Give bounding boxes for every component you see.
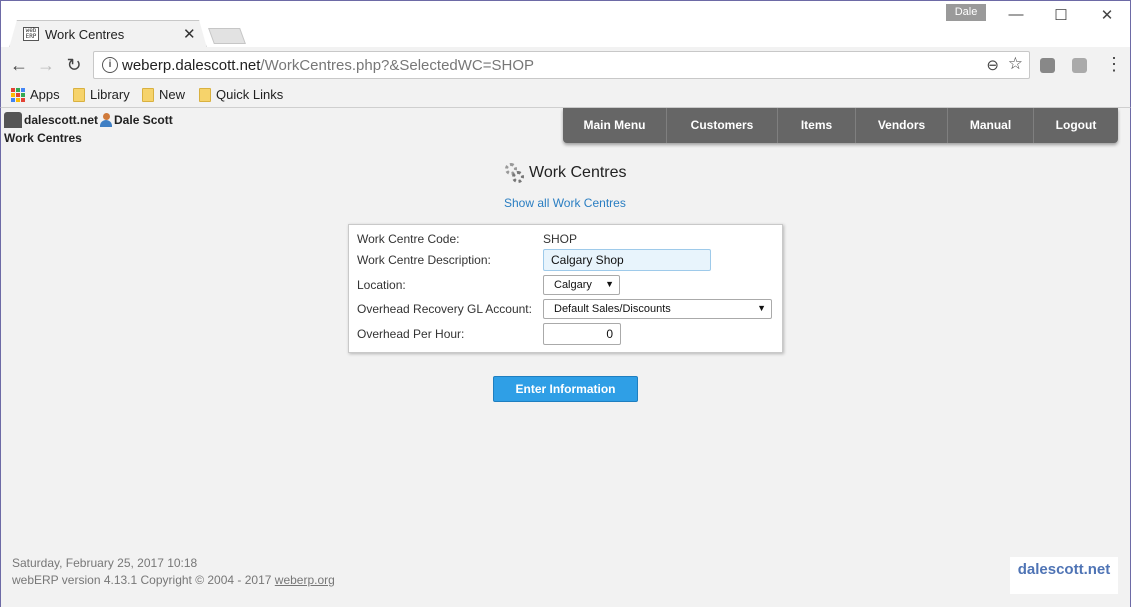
more-menu-icon[interactable]: ⋮ xyxy=(1105,55,1123,73)
dropdown-arrow-icon: ▼ xyxy=(757,303,766,313)
company-icon xyxy=(4,112,22,128)
bookmark-label: Quick Links xyxy=(216,87,284,102)
user-icon xyxy=(100,113,113,127)
bookmark-library[interactable]: Library xyxy=(73,87,130,102)
apps-grid-icon xyxy=(11,87,25,102)
browser-tab-bar: web ERP Work Centres ✕ Dale — ☐ ✕ xyxy=(0,0,1131,48)
address-bar[interactable]: i weberp.dalescott.net/WorkCentres.php?&… xyxy=(93,51,1030,79)
location-selected: Calgary xyxy=(554,279,592,291)
overhead-field[interactable]: 0 xyxy=(543,323,621,345)
gl-account-label: Overhead Recovery GL Account: xyxy=(357,302,532,316)
user-info: dalescott.net Dale Scott xyxy=(4,112,173,128)
extension-icon[interactable] xyxy=(1040,58,1055,73)
menu-manual[interactable]: Manual xyxy=(948,108,1034,143)
menu-items[interactable]: Items xyxy=(778,108,856,143)
extension-icon-2[interactable] xyxy=(1072,58,1087,73)
weberp-link[interactable]: weberp.org xyxy=(275,573,335,587)
zoom-out-icon[interactable]: ⊖ xyxy=(986,56,999,74)
page-title-text: Work Centres xyxy=(529,164,627,181)
url-text[interactable]: weberp.dalescott.net/WorkCentres.php?&Se… xyxy=(122,57,534,74)
gl-account-selected: Default Sales/Discounts xyxy=(554,303,671,315)
company-name[interactable]: dalescott.net xyxy=(24,113,98,127)
page-content: dalescott.net Dale Scott Work Centres Ma… xyxy=(0,108,1131,607)
enter-information-button[interactable]: Enter Information xyxy=(493,376,638,402)
bookmark-label: Apps xyxy=(30,87,60,102)
gl-account-select[interactable]: Default Sales/Discounts ▼ xyxy=(543,299,772,319)
browser-toolbar: ← → ↻ i weberp.dalescott.net/WorkCentres… xyxy=(0,47,1131,84)
tab-title[interactable]: Work Centres xyxy=(45,27,124,42)
folder-icon xyxy=(142,87,154,102)
bookmark-quick-links[interactable]: Quick Links xyxy=(199,87,283,102)
code-value: SHOP xyxy=(543,232,578,246)
page-breadcrumb: Work Centres xyxy=(4,131,82,145)
bookmark-label: New xyxy=(159,87,186,102)
work-centre-form: Work Centre Code: SHOP Work Centre Descr… xyxy=(348,224,783,353)
menu-main-menu[interactable]: Main Menu xyxy=(563,108,667,143)
menu-vendors[interactable]: Vendors xyxy=(856,108,948,143)
dropdown-arrow-icon: ▼ xyxy=(605,279,614,289)
close-window-icon[interactable]: ✕ xyxy=(1097,6,1117,24)
url-host: weberp.dalescott.net xyxy=(122,57,261,74)
show-all-link[interactable]: Show all Work Centres xyxy=(504,196,626,210)
location-label: Location: xyxy=(357,278,406,292)
gear-icon xyxy=(505,163,524,183)
folder-icon xyxy=(199,87,211,102)
tab-close-icon[interactable]: ✕ xyxy=(183,25,196,43)
menu-logout[interactable]: Logout xyxy=(1034,108,1118,143)
description-field[interactable]: Calgary Shop xyxy=(543,249,711,271)
overhead-label: Overhead Per Hour: xyxy=(357,327,465,341)
reload-icon[interactable]: ↻ xyxy=(64,55,84,76)
info-icon[interactable]: i xyxy=(102,57,118,73)
bookmark-label: Library xyxy=(90,87,130,102)
bookmark-star-icon[interactable]: ☆ xyxy=(1008,54,1023,74)
page-title: Work Centres xyxy=(505,163,627,183)
copyright-text: webERP version 4.13.1 Copyright © 2004 -… xyxy=(12,573,272,587)
bookmark-new[interactable]: New xyxy=(142,87,185,102)
url-path: /WorkCentres.php?&SelectedWC=SHOP xyxy=(260,57,535,74)
footer-copyright: webERP version 4.13.1 Copyright © 2004 -… xyxy=(12,573,335,587)
folder-icon xyxy=(73,87,85,102)
bookmark-apps[interactable]: Apps xyxy=(11,87,60,102)
minimize-icon[interactable]: — xyxy=(1006,6,1026,23)
new-tab-button[interactable] xyxy=(208,28,246,44)
location-select[interactable]: Calgary ▼ xyxy=(543,275,620,295)
profile-chip[interactable]: Dale xyxy=(946,4,986,21)
forward-arrow-icon[interactable]: → xyxy=(36,55,56,76)
bookmarks-bar: Apps Library New Quick Links xyxy=(0,84,1131,108)
code-label: Work Centre Code: xyxy=(357,232,460,246)
weberp-favicon-icon: web ERP xyxy=(23,27,39,41)
maximize-icon[interactable]: ☐ xyxy=(1051,6,1071,24)
back-arrow-icon[interactable]: ← xyxy=(9,55,29,76)
user-name[interactable]: Dale Scott xyxy=(114,113,173,127)
menu-customers[interactable]: Customers xyxy=(667,108,778,143)
main-menu-bar: Main Menu Customers Items Vendors Manual… xyxy=(563,108,1118,143)
description-label: Work Centre Description: xyxy=(357,253,491,267)
footer-datetime: Saturday, February 25, 2017 10:18 xyxy=(12,556,198,570)
dalescott-logo: dalescott.net xyxy=(1010,557,1118,594)
